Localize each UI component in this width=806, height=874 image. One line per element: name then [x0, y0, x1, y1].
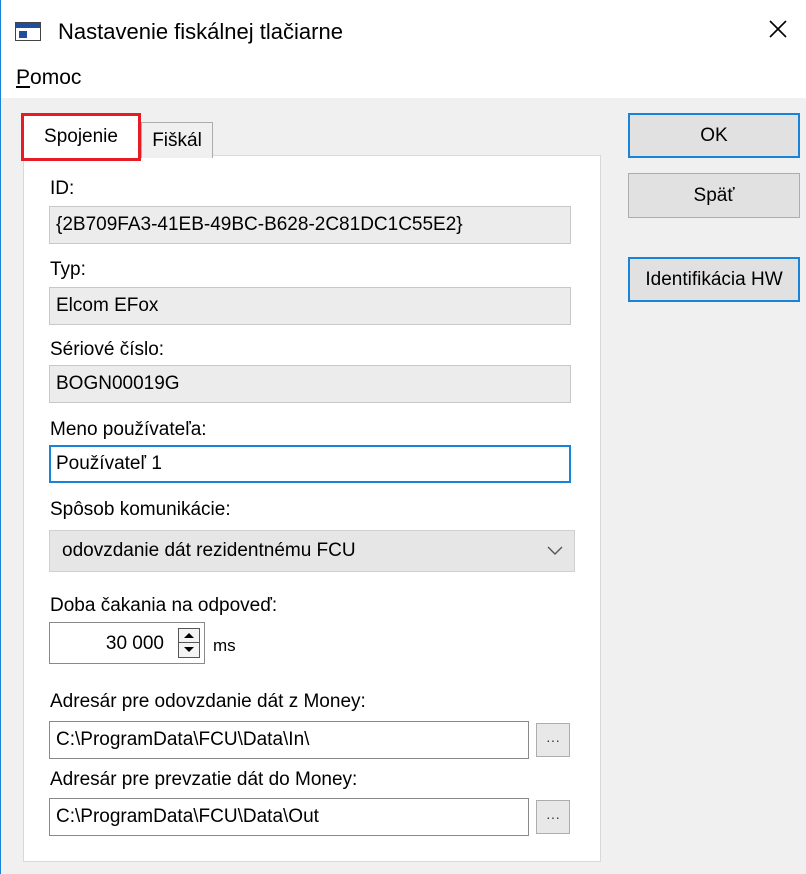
menu-help-accesskey: P [16, 66, 31, 89]
timeout-value: 30 000 [105, 633, 164, 654]
arrow-up-icon [184, 633, 194, 638]
serial-field[interactable]: BOGN00019G [49, 365, 571, 403]
back-button[interactable]: Späť [628, 173, 800, 218]
out-dir-browse-button[interactable]: ··· [536, 800, 570, 834]
out-dir-label: Adresár pre prevzatie dát do Money: [50, 769, 358, 790]
arrow-down-icon [184, 647, 194, 652]
ok-button[interactable]: OK [628, 113, 800, 158]
tab-spojenie[interactable]: Spojenie [21, 113, 141, 161]
id-field[interactable]: {2B709FA3-41EB-49BC-B628-2C81DC1C55E2} [49, 206, 571, 244]
in-dir-input[interactable]: C:\ProgramData\FCU\Data\In\ [49, 721, 529, 759]
comm-label: Spôsob komunikácie: [50, 499, 231, 520]
close-icon [769, 20, 787, 38]
window-title: Nastavenie fiskálnej tlačiarne [58, 19, 343, 44]
id-label: ID: [50, 178, 75, 199]
chevron-down-icon [547, 546, 563, 555]
in-dir-browse-button[interactable]: ··· [536, 723, 570, 757]
menu-help-label: omoc [30, 66, 82, 89]
comm-method-value: odovzdanie dát rezidentnému FCU [62, 540, 356, 561]
user-label: Meno používateľa: [50, 419, 207, 440]
app-window-icon [15, 22, 41, 41]
tab-fiskal-label: Fiškál [152, 129, 202, 151]
in-dir-label: Adresár pre odovzdanie dát z Money: [50, 691, 366, 712]
timeout-unit: ms [213, 636, 236, 655]
type-field[interactable]: Elcom EFox [49, 287, 571, 325]
timeout-stepper[interactable]: 30 000 [49, 622, 205, 664]
stepper-up-button[interactable] [179, 629, 199, 643]
timeout-label: Doba čakania na odpoveď: [50, 595, 278, 616]
menu-bar: Pomoc [1, 58, 806, 98]
serial-label: Sériové číslo: [50, 339, 165, 360]
dialog-window: Nastavenie fiskálnej tlačiarne Pomoc Spo… [0, 0, 806, 874]
tab-fiskal[interactable]: Fiškál [141, 122, 213, 158]
stepper-down-button[interactable] [179, 643, 199, 657]
type-label: Typ: [50, 259, 86, 280]
user-name-input[interactable]: Používateľ 1 [49, 445, 571, 483]
out-dir-input[interactable]: C:\ProgramData\FCU\Data\Out [49, 798, 529, 836]
identify-hw-button[interactable]: Identifikácia HW [628, 257, 800, 302]
comm-method-select[interactable]: odovzdanie dát rezidentnému FCU [49, 530, 575, 572]
close-button[interactable] [749, 0, 806, 58]
stepper-arrows [178, 628, 200, 658]
tab-spojenie-label: Spojenie [44, 126, 118, 147]
title-bar: Nastavenie fiskálnej tlačiarne [1, 0, 806, 58]
menu-help[interactable]: Pomoc [16, 62, 81, 94]
